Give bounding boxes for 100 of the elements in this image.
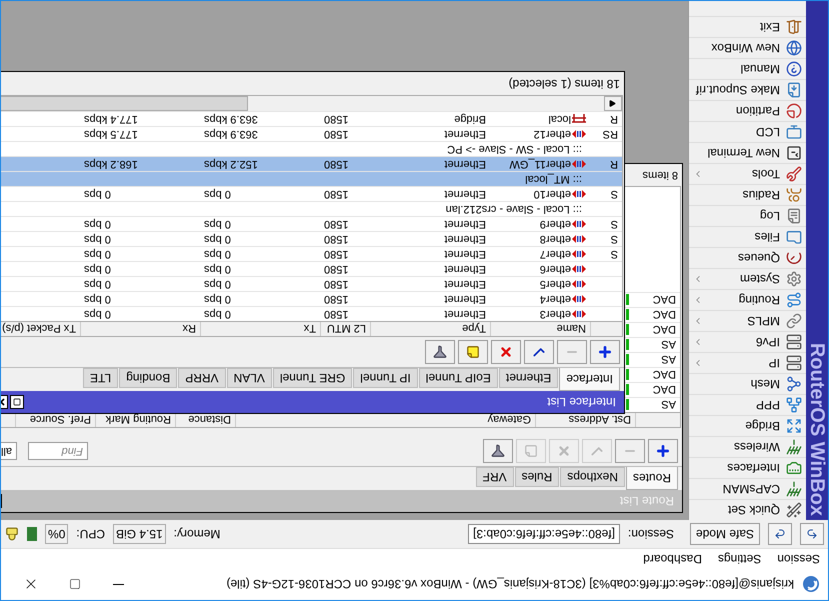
column-header[interactable]: Rx: [80, 322, 200, 336]
flags-cell-text: S: [610, 247, 619, 262]
tab[interactable]: VRRP: [178, 368, 226, 388]
sidebar-item[interactable]: Tools: [689, 163, 806, 184]
tab[interactable]: Interface: [559, 368, 620, 391]
tab[interactable]: Nexthops: [560, 467, 625, 487]
sidebar-item[interactable]: MPLS: [689, 310, 806, 331]
interface-row[interactable]: ether3 Ethernet 1580 0 bps 0 bps: [1, 306, 622, 321]
type-cell-text: Ethernet: [443, 157, 487, 172]
comment-row[interactable]: ::: MT_local: [1, 171, 622, 186]
sidebar-item[interactable]: System: [689, 268, 806, 289]
sidebar-item[interactable]: IP: [689, 352, 806, 373]
sidebar-item[interactable]: Interfaces: [689, 457, 806, 478]
filter-button[interactable]: [483, 439, 513, 463]
scrollbar-thumb[interactable]: [1, 96, 248, 111]
filter-button[interactable]: [425, 340, 455, 364]
plus-icon: [655, 443, 671, 459]
menu-item[interactable]: Settings: [718, 550, 762, 568]
tx-cell-text: 0 bps: [203, 262, 232, 278]
tab[interactable]: VLAN: [226, 368, 272, 388]
tab[interactable]: Ethernet: [498, 368, 558, 388]
interface-row[interactable]: ether4 Ethernet 1580 0 bps 0 bps: [1, 291, 622, 306]
interface-row[interactable]: ether6 Ethernet 1580 0 bps 0 bps: [1, 261, 622, 276]
menu-item[interactable]: Session: [777, 550, 820, 568]
brand-text: RouterOS WinBox: [806, 342, 828, 516]
undo-button[interactable]: [800, 523, 824, 545]
sidebar-item[interactable]: Quick Set: [689, 499, 806, 520]
interface-row[interactable]: S ether8 Ethernet 1580 0 bps 0 bps: [1, 231, 622, 246]
interface-row[interactable]: R ether11_GW Ethernet 1580 152.2 kbps 168.2 kbps: [1, 156, 622, 171]
status-marker: [626, 354, 629, 365]
name-cell-text: ether8: [540, 232, 571, 248]
name-cell-text: ether7: [540, 247, 571, 262]
sidebar-item[interactable]: PPP: [689, 394, 806, 415]
column-header[interactable]: Type: [370, 322, 490, 336]
column-header[interactable]: Tx Packet (p/s): [1, 322, 80, 336]
tab[interactable]: LTE: [83, 368, 118, 388]
column-header[interactable]: L2 MTU: [320, 322, 370, 336]
interface-row[interactable]: S ether9 Ethernet 1580 0 bps 0 bps: [1, 216, 622, 231]
sidebar-item[interactable]: Exit: [689, 16, 806, 37]
sidebar-item[interactable]: IPv6: [689, 331, 806, 352]
arrows-icon: [572, 279, 586, 289]
maximize-icon: [13, 398, 21, 406]
comment-row[interactable]: ::: Local - Slave - crs212.lan: [1, 201, 622, 216]
tab[interactable]: Bonding: [119, 368, 178, 388]
sidebar-item[interactable]: Files: [689, 226, 806, 247]
document-icon: [786, 208, 802, 224]
wand-icon: [786, 502, 802, 518]
sidebar-item[interactable]: Queues: [689, 247, 806, 268]
tx-cell-text: 363.9 kbps: [203, 112, 259, 128]
wrench-icon: [786, 166, 802, 182]
sidebar-item[interactable]: LCD: [689, 121, 806, 142]
tab[interactable]: GRE Tunnel: [272, 368, 352, 388]
table-cell-text: AS: [660, 338, 677, 352]
triangle-icon: [610, 100, 616, 107]
sidebar-item[interactable]: Radius: [689, 184, 806, 205]
table-cell-text: DAC: [652, 368, 677, 382]
filter-dropdown[interactable]: all: [1, 442, 17, 460]
sidebar-item[interactable]: Bridge: [689, 415, 806, 436]
flags-cell-text: S: [610, 232, 619, 248]
sidebar-item[interactable]: Partition: [689, 100, 806, 121]
interface-row[interactable]: R local Bridge 1580 363.9 kbps 177.4 kbps: [1, 111, 622, 126]
sidebar-item[interactable]: New Terminal: [689, 142, 806, 163]
tab[interactable]: Rules: [514, 467, 560, 487]
sidebar-item[interactable]: Log: [689, 205, 806, 226]
sidebar-item[interactable]: CAPsMAN: [689, 478, 806, 499]
pie-icon: [786, 103, 802, 119]
comment-button[interactable]: [458, 340, 488, 364]
sidebar-item[interactable]: Make Supout.rif: [689, 79, 806, 100]
safe-mode-button[interactable]: Safe Mode: [690, 523, 760, 545]
tab[interactable]: EoIP Tunnel: [418, 368, 498, 388]
tab[interactable]: IP Tunnel: [353, 368, 418, 388]
interface-row[interactable]: S ether7 Ethernet 1580 0 bps 0 bps: [1, 246, 622, 261]
comment-row[interactable]: ::: Local - SW - Slave -> PC: [1, 141, 622, 156]
name-cell-text: ether4: [540, 292, 571, 308]
maximize-icon: [69, 578, 81, 590]
sidebar-item[interactable]: New WinBox: [689, 37, 806, 58]
sidebar-item[interactable]: Routing: [689, 289, 806, 310]
mtu-cell-text: 1580: [323, 127, 350, 142]
sidebar-item[interactable]: Wireless: [689, 436, 806, 457]
door-icon: [786, 19, 802, 35]
redo-icon: [774, 528, 786, 540]
find-field[interactable]: Find: [28, 442, 88, 460]
disable-button[interactable]: [491, 340, 521, 364]
scroll-left-button[interactable]: [604, 96, 622, 111]
cross-icon: [499, 345, 513, 359]
tab[interactable]: Routes: [626, 467, 678, 490]
interface-row[interactable]: RS ether12 Ethernet 1580 363.9 kbps 177.5 kbps: [1, 126, 622, 141]
type-cell-text: Ethernet: [443, 262, 487, 278]
sidebar-item[interactable]: Mesh: [689, 373, 806, 394]
redo-button[interactable]: [768, 523, 792, 545]
column-header[interactable]: Name: [490, 322, 590, 336]
add-button[interactable]: [590, 340, 620, 364]
interface-row[interactable]: ether5 Ethernet 1580 0 bps 0 bps: [1, 276, 622, 291]
menu-item[interactable]: Dashboard: [643, 550, 702, 568]
sidebar-item[interactable]: Manual: [689, 58, 806, 79]
interface-row[interactable]: S ether10 Ethernet 1580 0 bps 0 bps: [1, 186, 622, 201]
tab[interactable]: VRF: [476, 467, 514, 487]
column-header[interactable]: Tx: [200, 322, 320, 336]
enable-button[interactable]: [524, 340, 554, 364]
add-button[interactable]: [648, 439, 678, 463]
